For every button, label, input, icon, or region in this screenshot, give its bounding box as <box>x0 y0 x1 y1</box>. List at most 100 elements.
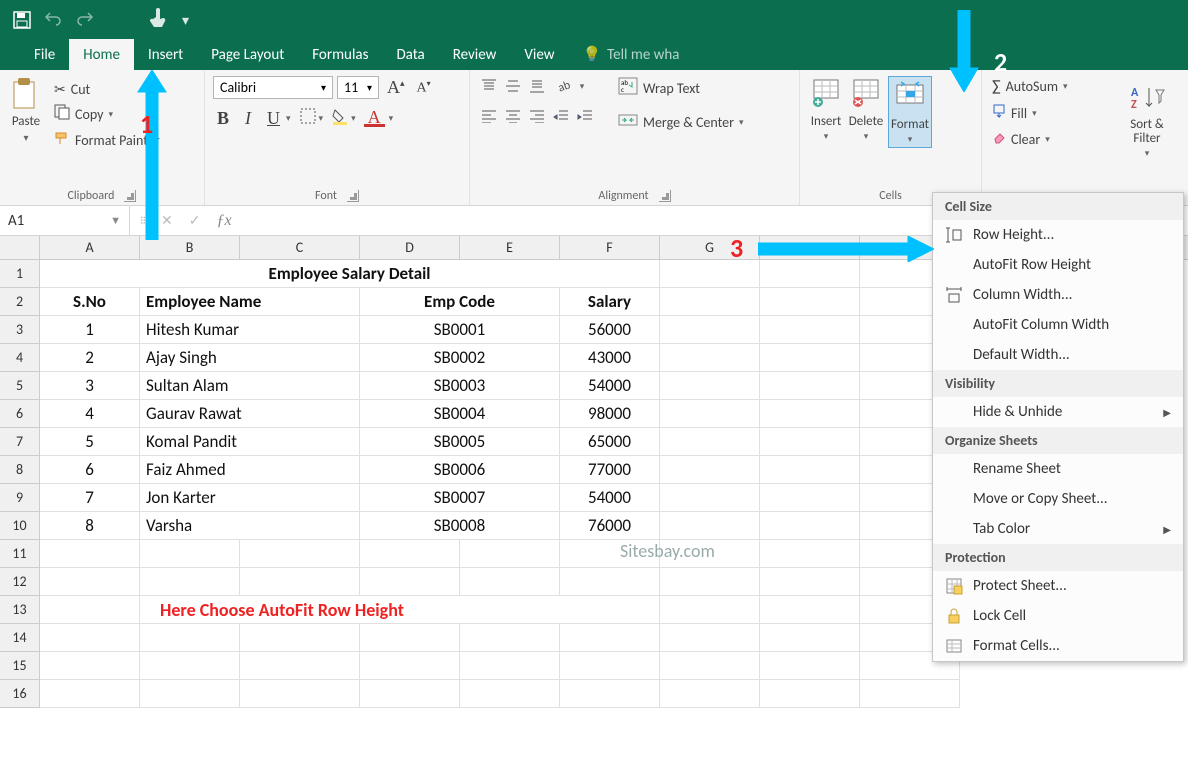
cell[interactable]: Varsha <box>140 512 360 540</box>
cell[interactable] <box>760 316 860 344</box>
cell[interactable]: Jon Karter <box>140 484 360 512</box>
wrap-text-button[interactable]: abc Wrap Text <box>616 76 746 100</box>
column-header[interactable]: G <box>660 236 760 259</box>
qat-dropdown-icon[interactable]: ▾ <box>182 12 189 29</box>
cell[interactable] <box>360 680 460 708</box>
cell[interactable] <box>240 568 360 596</box>
cell[interactable] <box>660 596 760 624</box>
tab-review[interactable]: Review <box>439 39 511 70</box>
decrease-indent-button[interactable] <box>550 106 572 126</box>
cell[interactable] <box>240 680 360 708</box>
cell[interactable] <box>660 456 760 484</box>
select-all-corner[interactable] <box>0 236 40 259</box>
cell[interactable]: SB0004 <box>360 400 560 428</box>
menu-protect-sheet[interactable]: Protect Sheet... <box>933 571 1183 601</box>
row-header[interactable]: 14 <box>0 624 40 652</box>
cell[interactable] <box>660 316 760 344</box>
cell[interactable] <box>760 596 860 624</box>
cell[interactable] <box>760 288 860 316</box>
cell[interactable] <box>240 540 360 568</box>
row-header[interactable]: 9 <box>0 484 40 512</box>
cell[interactable] <box>560 568 660 596</box>
menu-move-copy-sheet[interactable]: Move or Copy Sheet... <box>933 484 1183 514</box>
tab-insert[interactable]: Insert <box>134 39 197 70</box>
cell[interactable] <box>760 652 860 680</box>
italic-button[interactable]: I <box>241 108 255 129</box>
autosum-button[interactable]: ∑AutoSum▾ <box>990 76 1070 97</box>
cell[interactable] <box>760 624 860 652</box>
cell[interactable] <box>560 624 660 652</box>
increase-font-icon[interactable]: A▴ <box>383 77 409 98</box>
row-header[interactable]: 8 <box>0 456 40 484</box>
cell[interactable]: 8 <box>40 512 140 540</box>
cell[interactable]: 54000 <box>560 372 660 400</box>
cell[interactable]: Sultan Alam <box>140 372 360 400</box>
cell[interactable]: SB0001 <box>360 316 560 344</box>
touch-mode-icon[interactable] <box>148 7 168 33</box>
column-header[interactable]: E <box>460 236 560 259</box>
row-header[interactable]: 3 <box>0 316 40 344</box>
row-header[interactable]: 6 <box>0 400 40 428</box>
cell[interactable] <box>660 568 760 596</box>
cell[interactable] <box>760 568 860 596</box>
tab-view[interactable]: View <box>510 39 568 70</box>
cell[interactable]: 76000 <box>560 512 660 540</box>
bold-button[interactable]: B <box>213 108 233 129</box>
cell[interactable] <box>560 680 660 708</box>
cell[interactable] <box>660 288 760 316</box>
cell[interactable] <box>760 260 860 288</box>
cell[interactable] <box>760 400 860 428</box>
row-header[interactable]: 15 <box>0 652 40 680</box>
fx-icon[interactable]: ƒx <box>216 212 231 230</box>
clear-button[interactable]: Clear▾ <box>990 129 1052 149</box>
cell[interactable] <box>760 372 860 400</box>
cell[interactable]: 56000 <box>560 316 660 344</box>
menu-column-width[interactable]: Column Width... <box>933 280 1183 310</box>
format-button[interactable]: Format▾ <box>888 76 932 148</box>
cell[interactable] <box>40 680 140 708</box>
fill-color-button[interactable] <box>331 107 349 129</box>
row-header[interactable]: 7 <box>0 428 40 456</box>
fill-button[interactable]: Fill▾ <box>990 103 1039 123</box>
row-header[interactable]: 12 <box>0 568 40 596</box>
cell[interactable] <box>240 652 360 680</box>
cell[interactable]: 6 <box>40 456 140 484</box>
cell[interactable] <box>460 652 560 680</box>
menu-autofit-row-height[interactable]: AutoFit Row Height <box>933 250 1183 280</box>
undo-icon[interactable] <box>44 10 62 30</box>
cell[interactable]: S.No <box>40 288 140 316</box>
cell[interactable]: SB0003 <box>360 372 560 400</box>
menu-format-cells[interactable]: Format Cells... <box>933 631 1183 661</box>
cell[interactable]: Salary <box>560 288 660 316</box>
cell[interactable]: 98000 <box>560 400 660 428</box>
row-header[interactable]: 1 <box>0 260 40 288</box>
align-top-button[interactable] <box>478 76 500 96</box>
row-header[interactable]: 4 <box>0 344 40 372</box>
row-header[interactable]: 13 <box>0 596 40 624</box>
column-header[interactable]: D <box>360 236 460 259</box>
cell[interactable] <box>140 652 240 680</box>
align-right-button[interactable] <box>526 106 548 126</box>
cell[interactable]: 7 <box>40 484 140 512</box>
tab-file[interactable]: File <box>20 39 69 70</box>
cell[interactable]: 43000 <box>560 344 660 372</box>
tab-formulas[interactable]: Formulas <box>298 39 382 70</box>
cell[interactable] <box>40 652 140 680</box>
tell-me-search[interactable]: 💡 Tell me wha <box>568 38 693 70</box>
cell[interactable] <box>860 680 960 708</box>
cell[interactable] <box>40 596 140 624</box>
dialog-launcher-icon[interactable] <box>347 190 359 202</box>
cell[interactable] <box>560 652 660 680</box>
cell[interactable]: SB0005 <box>360 428 560 456</box>
cell[interactable] <box>140 680 240 708</box>
menu-default-width[interactable]: Default Width... <box>933 340 1183 370</box>
cell[interactable] <box>760 512 860 540</box>
column-header[interactable]: A <box>40 236 140 259</box>
menu-rename-sheet[interactable]: Rename Sheet <box>933 454 1183 484</box>
cell[interactable] <box>660 344 760 372</box>
name-box[interactable]: A1 ▼ <box>0 206 130 235</box>
menu-autofit-column-width[interactable]: AutoFit Column Width <box>933 310 1183 340</box>
tab-page-layout[interactable]: Page Layout <box>197 39 298 70</box>
cell[interactable] <box>360 624 460 652</box>
cell[interactable] <box>760 456 860 484</box>
